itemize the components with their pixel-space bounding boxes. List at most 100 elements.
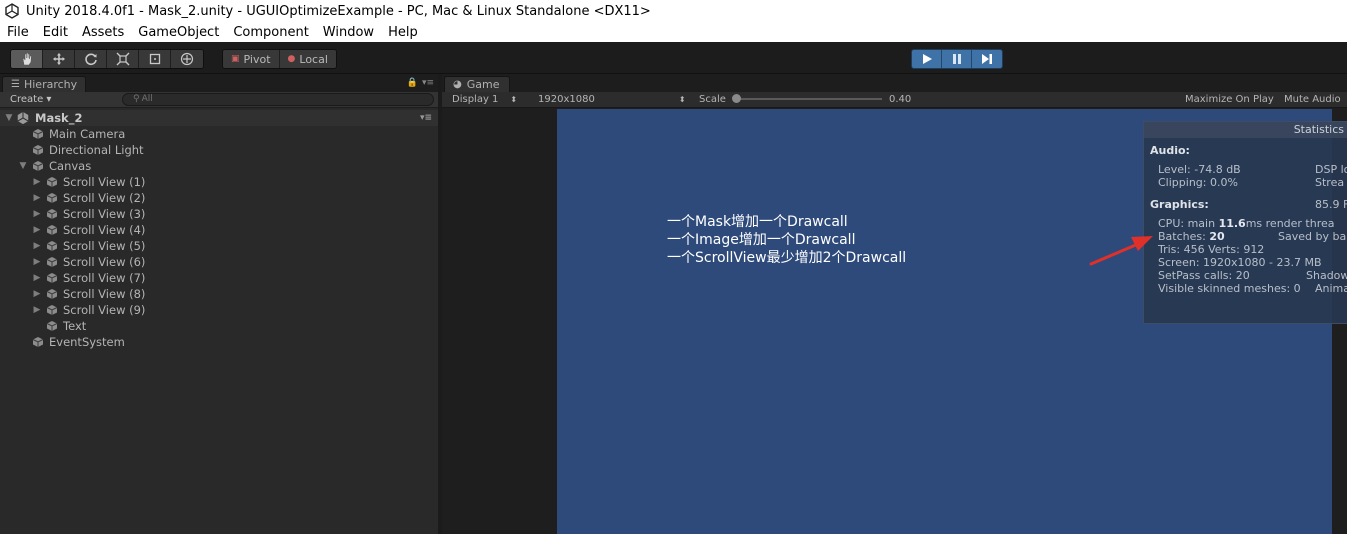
gameobject-cube-icon [46,209,58,219]
gameobject-cube-icon [32,129,44,139]
step-button[interactable] [972,50,1002,68]
move-tool-button[interactable] [43,50,75,68]
rect-tool-button[interactable] [139,50,171,68]
animations-stat: Anima [1315,282,1347,295]
hierarchy-item-label: Scroll View (3) [63,207,146,221]
gameobject-cube-icon [46,289,58,299]
expand-open-icon[interactable]: ▼ [18,161,28,171]
dropdown-arrow-icon: ⬍ [510,95,518,104]
unity-scene-icon [17,111,29,125]
audio-clipping: Clipping: 0.0% [1158,176,1238,189]
menu-help[interactable]: Help [381,25,425,40]
hierarchy-item[interactable]: ▶ Scroll View (5) [0,238,438,254]
play-button[interactable] [912,50,942,68]
tab-hierarchy[interactable]: ☰ Hierarchy [2,76,86,92]
menu-file[interactable]: File [0,25,36,40]
pause-button[interactable] [942,50,972,68]
gameobject-cube-icon [46,241,58,251]
expand-closed-icon[interactable]: ▶ [32,305,42,315]
expand-closed-icon[interactable]: ▶ [32,209,42,219]
scene-label: Mask_2 [35,111,83,125]
expand-closed-icon[interactable]: ▶ [32,257,42,267]
rotate-tool-button[interactable] [75,50,107,68]
expand-closed-icon[interactable]: ▶ [32,289,42,299]
hierarchy-item-label: EventSystem [49,335,125,349]
gameobject-cube-icon [46,305,58,315]
panel-menu-icon[interactable]: ▾≡ [422,78,434,88]
lock-icon[interactable]: 🔒 [407,78,418,88]
pivot-toggle[interactable]: ▣ Pivot [223,50,280,68]
note-line: 一个Mask增加一个Drawcall [667,214,848,230]
scale-tool-button[interactable] [107,50,139,68]
game-tabstrip: ◕ Game [442,74,1347,92]
expand-open-icon[interactable]: ▼ [4,113,14,123]
hierarchy-item[interactable]: Directional Light [0,142,438,158]
title-bar: Unity 2018.4.0f1 - Mask_2.unity - UGUIOp… [0,0,1347,22]
hierarchy-item[interactable]: ▶ Scroll View (8) [0,286,438,302]
hierarchy-item-label: Canvas [49,159,92,173]
menu-assets[interactable]: Assets [75,25,131,40]
hierarchy-item[interactable]: ▶ Scroll View (3) [0,206,438,222]
hierarchy-search-input[interactable]: ⚲ All [122,93,434,106]
hierarchy-item[interactable]: ▶ Scroll View (7) [0,270,438,286]
menu-bar: File Edit Assets GameObject Component Wi… [0,22,1347,42]
local-toggle[interactable]: ● Local [279,50,336,68]
hierarchy-item[interactable]: ▼ Canvas [0,158,438,174]
scale-slider[interactable] [732,94,882,103]
expand-closed-icon[interactable]: ▶ [32,225,42,235]
hierarchy-items: Main Camera Directional Light ▼ Canvas ▶ Scro… [0,126,438,350]
scene-menu-icon[interactable]: ▾≡ [420,113,432,123]
transform-tool-icon [180,52,194,66]
dropdown-arrow-icon: ⬍ [678,95,686,104]
cpu-suffix: ms render threa [1245,217,1335,230]
transform-tool-button[interactable] [171,50,203,68]
hierarchy-item[interactable]: ▶ Scroll View (9) [0,302,438,318]
menu-component[interactable]: Component [226,25,315,40]
expand-closed-icon[interactable]: ▶ [32,241,42,251]
tab-game[interactable]: ◕ Game [444,76,510,92]
hierarchy-item[interactable]: ▶ Scroll View (6) [0,254,438,270]
resolution-dropdown[interactable]: 1920x1080 ⬍ [538,94,686,105]
rotate-tool-icon [84,53,97,66]
hierarchy-item[interactable]: Main Camera [0,126,438,142]
gameobject-cube-icon [46,273,58,283]
maximize-on-play-toggle[interactable]: Maximize On Play [1185,94,1274,105]
menu-edit[interactable]: Edit [36,25,75,40]
hierarchy-item[interactable]: EventSystem [0,334,438,350]
hierarchy-item[interactable]: ▶ Scroll View (2) [0,190,438,206]
display-dropdown[interactable]: Display 1 ⬍ [452,94,517,105]
scale-tool-icon [116,52,129,66]
local-icon: ● [287,54,296,64]
note-line: 一个Image增加一个Drawcall [667,232,856,248]
expand-closed-icon[interactable]: ▶ [32,177,42,187]
hierarchy-item[interactable]: ▶ Scroll View (4) [0,222,438,238]
gameobject-cube-icon [46,257,58,267]
create-label: Create [10,94,44,105]
panel-options: 🔒 ▾≡ [407,78,434,88]
annotation-text: 一个Mask增加一个Drawcall 一个Image增加一个Drawcall 一… [667,213,906,267]
scene-row[interactable]: ▼ Mask_2 ▾≡ [0,110,438,126]
pacman-icon: ◕ [453,79,462,90]
gameobject-cube-icon [46,177,58,187]
hand-tool-icon [22,52,32,66]
expand-closed-icon[interactable]: ▶ [32,273,42,283]
hierarchy-tab-label: Hierarchy [23,78,78,91]
hierarchy-item[interactable]: ▶ Scroll View (1) [0,174,438,190]
menu-gameobject[interactable]: GameObject [131,25,226,40]
scale-slider-handle[interactable] [732,94,741,103]
mute-audio-toggle[interactable]: Mute Audio [1284,94,1341,105]
hierarchy-tabstrip: ☰ Hierarchy 🔒 ▾≡ [0,74,438,92]
pivot-icon: ▣ [231,54,240,64]
pivot-mode-group: ▣ Pivot ● Local [222,49,337,69]
move-tool-icon [52,53,65,65]
expand-closed-icon[interactable]: ▶ [32,193,42,203]
hierarchy-item-label: Scroll View (6) [63,255,146,269]
scale-value: 0.40 [889,94,912,105]
tris-verts-stat: Tris: 456 Verts: 912 [1158,243,1265,256]
create-dropdown[interactable]: Create ▾ [10,94,51,105]
statistics-title: Statistics [1144,122,1347,138]
batches-prefix: Batches: [1158,230,1210,243]
hierarchy-item[interactable]: Text [0,318,438,334]
hand-tool-button[interactable] [11,50,43,68]
menu-window[interactable]: Window [316,25,381,40]
